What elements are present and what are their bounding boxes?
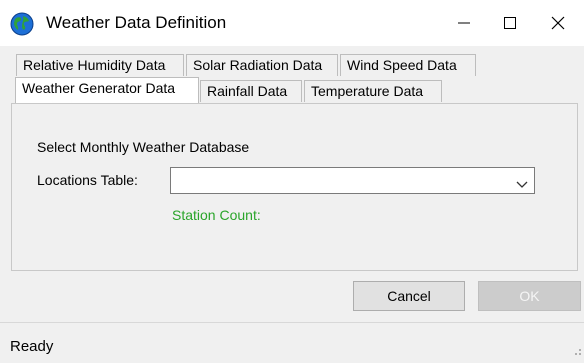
globe-icon — [10, 12, 34, 36]
tab-relative-humidity-data[interactable]: Relative Humidity Data — [16, 54, 184, 76]
maximize-button[interactable] — [486, 6, 534, 40]
tab-label: Relative Humidity Data — [23, 57, 166, 73]
tab-temperature-data[interactable]: Temperature Data — [304, 80, 442, 102]
minimize-icon — [458, 17, 470, 29]
tab-wind-speed-data[interactable]: Wind Speed Data — [340, 54, 476, 76]
tab-strip: Relative Humidity Data Solar Radiation D… — [0, 46, 584, 104]
tab-weather-generator-data[interactable]: Weather Generator Data — [15, 77, 199, 103]
close-icon — [551, 16, 565, 30]
tab-rainfall-data[interactable]: Rainfall Data — [200, 80, 302, 102]
station-count-label: Station Count: — [172, 207, 261, 223]
tab-label: Wind Speed Data — [347, 57, 457, 73]
tab-label: Temperature Data — [311, 83, 424, 99]
select-database-heading: Select Monthly Weather Database — [37, 139, 250, 155]
tab-solar-radiation-data[interactable]: Solar Radiation Data — [186, 54, 338, 76]
tab-label: Weather Generator Data — [22, 80, 176, 96]
locations-table-dropdown[interactable] — [170, 167, 535, 194]
weather-data-definition-window: Weather Data Definition Relative Humidit… — [0, 0, 584, 363]
status-divider — [0, 322, 584, 323]
window-title: Weather Data Definition — [46, 13, 227, 32]
resize-grip-icon[interactable] — [572, 343, 582, 361]
cancel-button[interactable]: Cancel — [353, 281, 465, 311]
tab-panel-weather-generator: Select Monthly Weather Database Location… — [11, 103, 578, 271]
status-text: Ready — [10, 338, 54, 355]
tab-label: Solar Radiation Data — [193, 57, 323, 73]
minimize-button[interactable] — [440, 6, 488, 40]
panel-body: Select Monthly Weather Database Location… — [13, 105, 576, 269]
chevron-down-icon — [516, 176, 528, 194]
tab-label: Rainfall Data — [207, 83, 288, 99]
close-button[interactable] — [534, 6, 582, 40]
maximize-icon — [504, 17, 516, 29]
ok-button[interactable]: OK — [478, 281, 581, 311]
title-bar[interactable]: Weather Data Definition — [0, 0, 584, 46]
locations-table-label: Locations Table: — [37, 172, 138, 188]
